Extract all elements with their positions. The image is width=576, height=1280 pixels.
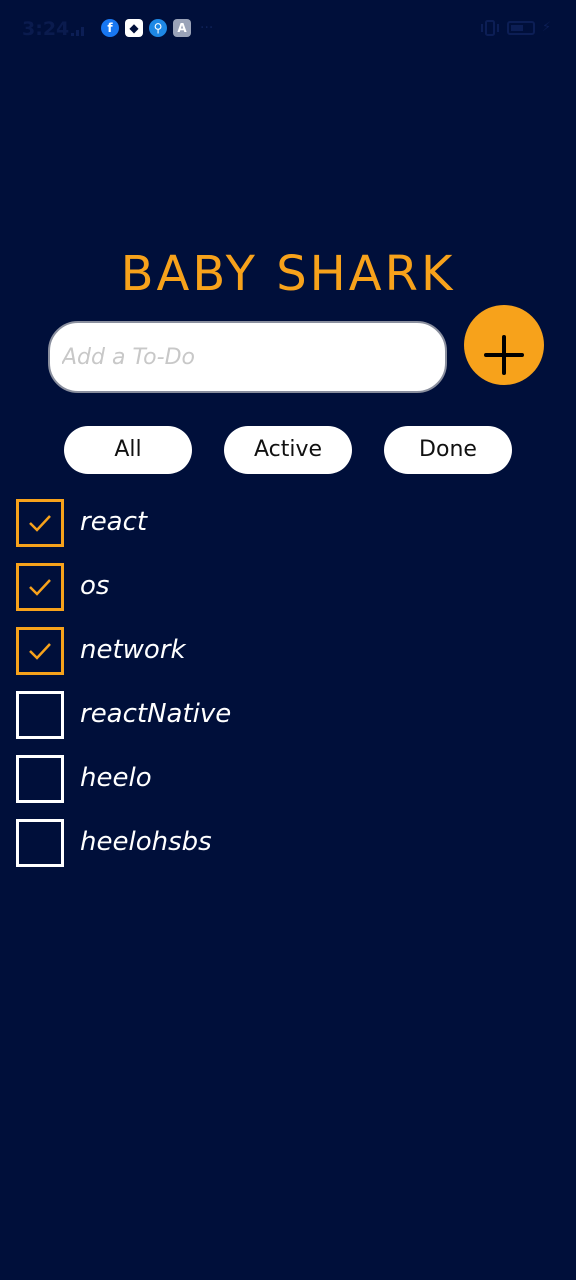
- checkmark-icon: [29, 579, 51, 596]
- todo-checkbox[interactable]: [16, 499, 64, 547]
- todo-checkbox[interactable]: [16, 563, 64, 611]
- filter-all-button[interactable]: All: [64, 426, 192, 474]
- app-title: BABY SHARK: [120, 246, 456, 302]
- todo-item[interactable]: heelo: [16, 755, 556, 803]
- todo-item[interactable]: network: [16, 627, 556, 675]
- todo-checkbox[interactable]: [16, 755, 64, 803]
- todo-checkbox[interactable]: [16, 819, 64, 867]
- vibrate-icon: [481, 20, 499, 36]
- notification-icon: ◆: [125, 19, 143, 37]
- todo-label: heelohsbs: [80, 827, 212, 857]
- todo-label: os: [80, 571, 110, 601]
- app-store-icon: A: [173, 19, 191, 37]
- filter-done-button[interactable]: Done: [384, 426, 512, 474]
- status-bar: 3:24 f ◆ ⚲ A ··· ⚡: [0, 0, 576, 58]
- todo-label: reactNative: [80, 699, 232, 729]
- plus-icon: [484, 335, 524, 375]
- todo-item[interactable]: os: [16, 563, 556, 611]
- signal-icon: [71, 27, 84, 36]
- facebook-icon: f: [101, 19, 119, 37]
- battery-icon: [507, 21, 535, 35]
- status-time: 3:24: [22, 18, 70, 40]
- more-notifications-icon: ···: [200, 20, 214, 36]
- todo-item[interactable]: react: [16, 499, 556, 547]
- todo-label: network: [80, 635, 186, 665]
- todo-label: heelo: [80, 763, 152, 793]
- todo-label: react: [80, 507, 148, 537]
- add-todo-button[interactable]: [464, 305, 544, 385]
- filter-active-button[interactable]: Active: [224, 426, 352, 474]
- checkmark-icon: [29, 643, 51, 660]
- checkmark-icon: [29, 515, 51, 532]
- usb-icon: ⚲: [149, 19, 167, 37]
- todo-checkbox[interactable]: [16, 627, 64, 675]
- todo-item[interactable]: heelohsbs: [16, 819, 556, 867]
- charging-icon: ⚡: [542, 20, 552, 35]
- todo-checkbox[interactable]: [16, 691, 64, 739]
- todo-input[interactable]: [48, 321, 447, 393]
- todo-item[interactable]: reactNative: [16, 691, 556, 739]
